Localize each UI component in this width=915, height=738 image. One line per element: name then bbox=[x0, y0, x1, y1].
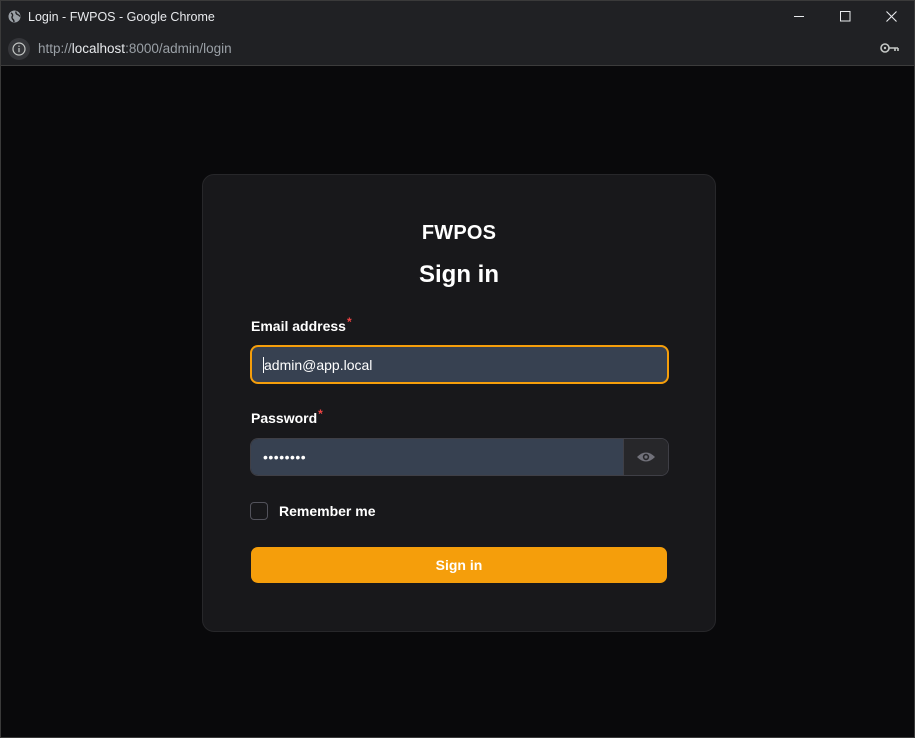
site-info-button[interactable] bbox=[8, 37, 30, 60]
maximize-icon bbox=[839, 11, 850, 22]
window-controls bbox=[776, 1, 914, 32]
email-field[interactable]: admin@app.local bbox=[250, 345, 669, 384]
login-card: FWPOS Sign in Email address* admin@app.l… bbox=[202, 174, 716, 632]
brand-name: FWPOS bbox=[421, 222, 497, 244]
required-marker: * bbox=[346, 315, 352, 329]
url-host: localhost bbox=[71, 41, 126, 56]
close-button[interactable] bbox=[868, 1, 914, 32]
email-label: Email address* bbox=[251, 315, 352, 334]
url-path: :8000/admin/login bbox=[125, 41, 232, 56]
remember-me-checkbox[interactable] bbox=[250, 502, 268, 520]
url-field[interactable]: http://localhost:8000/admin/login bbox=[38, 41, 232, 56]
title-bar: Login - FWPOS - Google Chrome bbox=[1, 1, 914, 32]
show-password-button[interactable] bbox=[623, 439, 668, 475]
url-scheme: http:// bbox=[38, 41, 72, 56]
remember-me-label[interactable]: Remember me bbox=[279, 503, 376, 519]
required-marker: * bbox=[318, 407, 323, 421]
address-bar: http://localhost:8000/admin/login bbox=[1, 32, 914, 66]
sign-in-button[interactable]: Sign in bbox=[251, 547, 667, 583]
close-icon bbox=[885, 11, 897, 22]
eye-icon bbox=[637, 452, 655, 462]
password-field-group: •••••••• bbox=[250, 438, 669, 476]
password-label: Password* bbox=[251, 407, 323, 426]
password-field[interactable]: •••••••• bbox=[251, 439, 623, 475]
email-label-text: Email address bbox=[251, 318, 346, 334]
browser-window: Login - FWPOS - Google Chrome http://loc… bbox=[0, 0, 915, 738]
maximize-button[interactable] bbox=[822, 1, 868, 32]
key-icon[interactable] bbox=[880, 41, 900, 59]
minimize-button[interactable] bbox=[776, 1, 822, 32]
email-value: admin@app.local bbox=[264, 356, 373, 373]
window-title: Login - FWPOS - Google Chrome bbox=[28, 9, 215, 24]
info-icon bbox=[12, 41, 26, 56]
page-title: Sign in bbox=[419, 261, 499, 288]
minimize-icon bbox=[793, 16, 804, 17]
password-label-text: Password bbox=[251, 410, 318, 426]
page-viewport: FWPOS Sign in Email address* admin@app.l… bbox=[1, 67, 914, 737]
globe-icon bbox=[7, 10, 21, 24]
